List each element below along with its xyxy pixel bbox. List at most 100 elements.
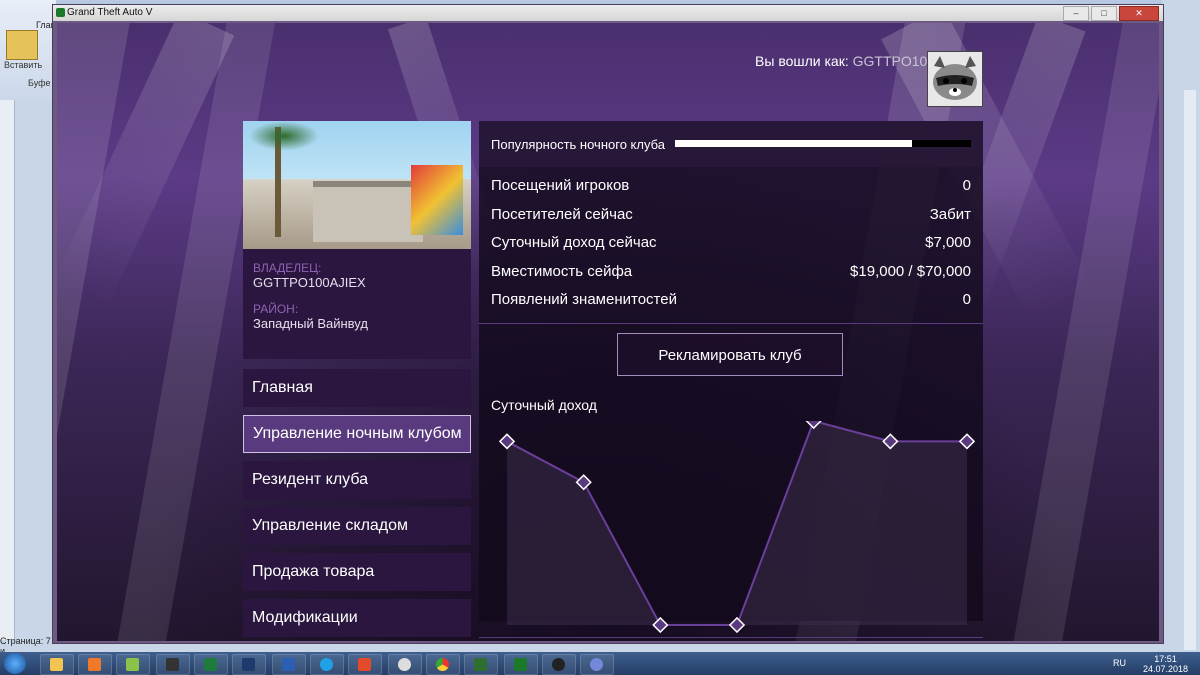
- app-icon: [358, 658, 371, 671]
- menu-item-sell-goods[interactable]: Продажа товара: [243, 553, 471, 591]
- menu-item-club-management[interactable]: Управление ночным клубом: [243, 415, 471, 453]
- taskbar-photoshop[interactable]: [232, 654, 266, 675]
- district-label: РАЙОН:: [253, 302, 299, 316]
- start-button[interactable]: [4, 653, 26, 674]
- taskbar-paint[interactable]: [116, 654, 150, 675]
- record-icon: [552, 658, 565, 671]
- popularity-label: Популярность ночного клуба: [491, 137, 665, 152]
- club-sidebar: ВЛАДЕЛЕЦ: GGTTPO100AJIEX РАЙОН: Западный…: [243, 121, 471, 641]
- taskbar-terminal[interactable]: [464, 654, 498, 675]
- host-status: Страница: 7 и: [0, 636, 51, 656]
- chrome-icon: [436, 658, 449, 671]
- close-button[interactable]: ✕: [1119, 6, 1159, 21]
- taskbar-ccleaner[interactable]: [388, 654, 422, 675]
- taskbar-word[interactable]: [272, 654, 306, 675]
- stat-value: 0: [962, 177, 971, 194]
- gta-icon: [514, 658, 527, 671]
- taskbar-gta[interactable]: [504, 654, 538, 675]
- taskbar-explorer[interactable]: [40, 654, 74, 675]
- minimize-button[interactable]: –: [1063, 6, 1089, 21]
- host-scrollbar[interactable]: [1184, 90, 1196, 650]
- stat-row: Вместимость сейфа $19,000 / $70,000: [491, 263, 971, 292]
- film-icon: [166, 658, 179, 671]
- taskbar-app[interactable]: [348, 654, 382, 675]
- club-info: ВЛАДЕЛЕЦ: GGTTPO100AJIEX РАЙОН: Западный…: [243, 249, 471, 359]
- divider: [479, 323, 983, 324]
- club-photo: [243, 121, 471, 249]
- game-window: Grand Theft Auto V – □ ✕ Вы вошли как: G…: [52, 4, 1164, 644]
- clipboard-label: Буфе: [28, 78, 51, 88]
- club-building: [313, 181, 423, 242]
- stat-label: Суточный доход сейчас: [491, 234, 657, 251]
- daily-income-chart: [498, 421, 976, 634]
- taskbar: RU 17:51 24.07.2018: [0, 652, 1200, 675]
- menu-item-upgrades[interactable]: Модификации: [243, 599, 471, 637]
- stat-row: Появлений знаменитостей 0: [491, 291, 971, 320]
- promote-club-button[interactable]: Рекламировать клуб: [617, 333, 843, 376]
- palette-icon: [126, 658, 139, 671]
- paste-label[interactable]: Вставить: [4, 60, 42, 70]
- game-window-title: Grand Theft Auto V: [67, 7, 153, 18]
- club-mural: [411, 165, 463, 235]
- stat-row: Посетителей сейчас Забит: [491, 206, 971, 235]
- stat-value: Забит: [929, 205, 971, 223]
- chart-title: Суточный доход: [491, 397, 597, 413]
- stat-row: Суточный доход сейчас $7,000: [491, 234, 971, 263]
- palm-leaves: [249, 121, 319, 151]
- photoshop-icon: [242, 658, 255, 671]
- popularity-track: [675, 140, 971, 147]
- host-ribbon: Глав Вставить Буфе: [0, 0, 56, 100]
- taskbar-video[interactable]: [156, 654, 190, 675]
- stat-label: Появлений знаменитостей: [491, 291, 677, 308]
- raccoon-avatar-icon: [928, 52, 982, 106]
- game-viewport: Вы вошли как: GGTTPO100AJIEX ВЛАДЕЛЕЦ: G…: [57, 23, 1159, 641]
- discord-icon: [590, 658, 603, 671]
- stat-label: Посетителей сейчас: [491, 205, 633, 223]
- light-beam: [57, 23, 235, 308]
- club-stats-panel: Популярность ночного клуба Посещений игр…: [479, 121, 983, 638]
- stats-list: Посещений игроков 0 Посетителей сейчас Заб…: [491, 177, 971, 320]
- taskbar-excel[interactable]: [194, 654, 228, 675]
- clock-date: 24.07.2018: [1142, 664, 1188, 674]
- window-controls: – □ ✕: [1063, 6, 1159, 21]
- popularity-bar: Популярность ночного клуба: [479, 121, 983, 167]
- clock-time: 17:51: [1154, 654, 1177, 664]
- game-window-titlebar[interactable]: Grand Theft Auto V – □ ✕: [53, 5, 1163, 21]
- language-indicator[interactable]: RU: [1113, 658, 1126, 668]
- chart-area: [507, 421, 967, 625]
- taskbar-obs[interactable]: [542, 654, 576, 675]
- menu-item-main[interactable]: Главная: [243, 369, 471, 407]
- stat-label: Посещений игроков: [491, 177, 630, 194]
- owner-value: GGTTPO100AJIEX: [253, 275, 366, 290]
- stat-value: 0: [962, 291, 971, 308]
- skype-icon: [320, 658, 333, 671]
- divider: [479, 637, 983, 638]
- taskbar-discord[interactable]: [580, 654, 614, 675]
- stat-row: Посещений игроков 0: [491, 177, 971, 206]
- clock[interactable]: 17:51 24.07.2018: [1143, 654, 1188, 674]
- word-icon: [282, 658, 295, 671]
- excel-icon: [204, 658, 217, 671]
- folder-icon: [50, 658, 63, 671]
- stat-value: $7,000: [925, 234, 971, 251]
- stat-value: $19,000 / $70,000: [850, 262, 971, 280]
- ccleaner-icon: [398, 658, 411, 671]
- menu-item-resident[interactable]: Резидент клуба: [243, 461, 471, 499]
- avatar: [927, 51, 983, 107]
- taskbar-chrome[interactable]: [426, 654, 460, 675]
- district-value: Западный Вайнвуд: [253, 316, 368, 331]
- play-icon: [88, 658, 101, 671]
- terminal-icon: [474, 658, 487, 671]
- menu-item-warehouse[interactable]: Управление складом: [243, 507, 471, 545]
- popularity-fill: [675, 140, 912, 147]
- maximize-button[interactable]: □: [1091, 6, 1117, 21]
- host-right-edge: [1162, 0, 1200, 652]
- stat-label: Вместимость сейфа: [491, 262, 633, 280]
- taskbar-player[interactable]: [78, 654, 112, 675]
- vertical-ruler: [0, 100, 15, 640]
- gta-icon: [56, 8, 65, 17]
- club-menu: Главная Управление ночным клубом Резиден…: [243, 369, 471, 637]
- taskbar-skype[interactable]: [310, 654, 344, 675]
- login-prefix: Вы вошли как:: [755, 53, 849, 69]
- paste-icon[interactable]: [6, 30, 38, 60]
